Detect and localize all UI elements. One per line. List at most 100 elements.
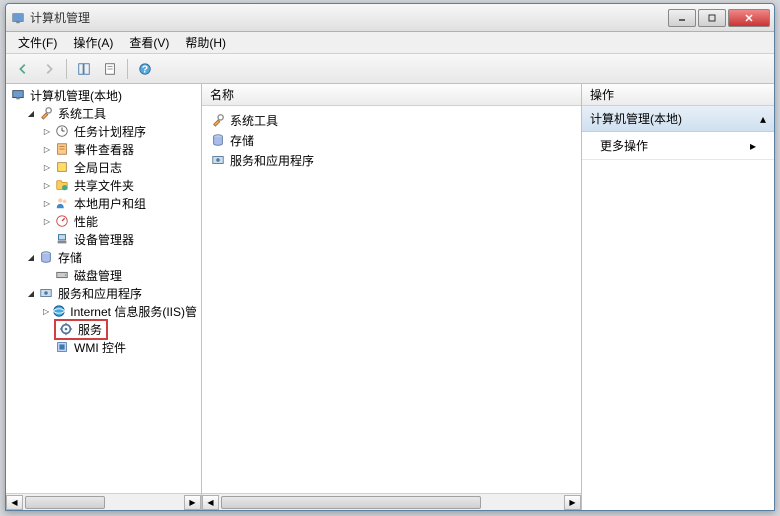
expander-icon[interactable]: ▷ — [40, 178, 54, 192]
log-icon — [54, 159, 70, 175]
show-hide-tree-button[interactable] — [73, 58, 95, 80]
tree-system-tools[interactable]: ◢ 系统工具 — [8, 104, 199, 122]
tree-global-log[interactable]: ▷ 全局日志 — [8, 158, 199, 176]
tree-scrollbar[interactable]: ◀ ▶ — [6, 493, 201, 510]
action-section[interactable]: 计算机管理(本地) ▴ — [582, 106, 774, 132]
expander-icon[interactable]: ▷ — [40, 124, 54, 138]
window-title: 计算机管理 — [30, 9, 668, 26]
list-item-label: 系统工具 — [230, 112, 278, 129]
toolbar-separator — [66, 59, 67, 79]
users-icon — [54, 195, 70, 211]
services-apps-icon — [38, 285, 54, 301]
scroll-thumb[interactable] — [25, 496, 105, 509]
disk-icon — [54, 267, 70, 283]
tree-event-viewer[interactable]: ▷ 事件查看器 — [8, 140, 199, 158]
content-area: 计算机管理(本地) ◢ 系统工具 ▷ 任务计划程序 ▷ 事件查看器 — [6, 84, 774, 510]
list-panel: 名称 系统工具 存储 服务和应用程序 ◀ ▶ — [202, 84, 582, 510]
list-header[interactable]: 名称 — [202, 84, 581, 106]
action-more[interactable]: 更多操作 ▸ — [582, 132, 774, 160]
toolbar-separator — [127, 59, 128, 79]
tree-root[interactable]: 计算机管理(本地) — [8, 86, 199, 104]
back-button[interactable] — [12, 58, 34, 80]
storage-icon — [210, 132, 226, 148]
performance-icon — [54, 213, 70, 229]
tree-task-scheduler[interactable]: ▷ 任务计划程序 — [8, 122, 199, 140]
scroll-left-button[interactable]: ◀ — [6, 495, 23, 510]
share-icon — [54, 177, 70, 193]
scroll-right-button[interactable]: ▶ — [564, 495, 581, 510]
expander-icon[interactable]: ▷ — [40, 304, 52, 318]
tree-label: 设备管理器 — [72, 231, 136, 248]
scroll-left-button[interactable]: ◀ — [202, 495, 219, 510]
highlight-box: 服务 — [54, 319, 108, 340]
expander-spacer — [40, 322, 54, 336]
action-panel: 操作 计算机管理(本地) ▴ 更多操作 ▸ — [582, 84, 774, 510]
tree-services-apps[interactable]: ◢ 服务和应用程序 — [8, 284, 199, 302]
tree-iis[interactable]: ▷ Internet 信息服务(IIS)管 — [8, 302, 199, 320]
tree-label: 服务和应用程序 — [56, 285, 144, 302]
services-icon — [58, 321, 74, 337]
maximize-button[interactable] — [698, 9, 726, 27]
tools-icon — [38, 105, 54, 121]
scroll-track[interactable] — [23, 495, 184, 510]
scroll-right-button[interactable]: ▶ — [184, 495, 201, 510]
iis-icon — [52, 303, 66, 319]
scroll-thumb[interactable] — [221, 496, 481, 509]
app-icon — [10, 10, 26, 26]
column-header-name[interactable]: 名称 — [210, 86, 234, 103]
tree-body[interactable]: 计算机管理(本地) ◢ 系统工具 ▷ 任务计划程序 ▷ 事件查看器 — [6, 84, 201, 493]
tree-disk-mgmt[interactable]: 磁盘管理 — [8, 266, 199, 284]
menu-file[interactable]: 文件(F) — [10, 32, 65, 53]
tree-label: 系统工具 — [56, 105, 108, 122]
expander-icon[interactable]: ◢ — [24, 106, 38, 120]
storage-icon — [38, 249, 54, 265]
list-item-storage[interactable]: 存储 — [206, 130, 577, 150]
expander-icon[interactable]: ▷ — [40, 214, 54, 228]
minimize-button[interactable] — [668, 9, 696, 27]
list-scrollbar[interactable]: ◀ ▶ — [202, 493, 581, 510]
forward-button[interactable] — [38, 58, 60, 80]
tree-label: WMI 控件 — [72, 339, 128, 356]
tree-label: 共享文件夹 — [72, 177, 136, 194]
expander-icon[interactable]: ◢ — [24, 250, 38, 264]
action-section-title: 计算机管理(本地) — [590, 110, 682, 127]
action-header: 操作 — [582, 84, 774, 106]
action-body: 计算机管理(本地) ▴ 更多操作 ▸ — [582, 106, 774, 510]
help-button[interactable]: ? — [134, 58, 156, 80]
tree-local-users[interactable]: ▷ 本地用户和组 — [8, 194, 199, 212]
menu-help[interactable]: 帮助(H) — [177, 32, 234, 53]
tree-storage[interactable]: ◢ 存储 — [8, 248, 199, 266]
tree-label: 全局日志 — [72, 159, 124, 176]
tree-shared-folders[interactable]: ▷ 共享文件夹 — [8, 176, 199, 194]
svg-text:?: ? — [142, 63, 148, 75]
expander-icon[interactable]: ◢ — [24, 286, 38, 300]
list-item-system-tools[interactable]: 系统工具 — [206, 110, 577, 130]
scroll-track[interactable] — [219, 495, 564, 510]
event-icon — [54, 141, 70, 157]
expander-spacer — [40, 232, 54, 246]
list-item-services-apps[interactable]: 服务和应用程序 — [206, 150, 577, 170]
collapse-icon[interactable]: ▴ — [760, 112, 766, 126]
expander-icon[interactable]: ▷ — [40, 160, 54, 174]
list-body[interactable]: 系统工具 存储 服务和应用程序 — [202, 106, 581, 493]
tree-label: 服务 — [76, 321, 104, 338]
expander-icon[interactable]: ▷ — [40, 196, 54, 210]
action-item-label: 更多操作 — [600, 137, 648, 154]
close-button[interactable] — [728, 9, 770, 27]
menu-view[interactable]: 查看(V) — [121, 32, 177, 53]
titlebar[interactable]: 计算机管理 — [6, 4, 774, 32]
device-icon — [54, 231, 70, 247]
tree-label: 本地用户和组 — [72, 195, 148, 212]
menu-action[interactable]: 操作(A) — [65, 32, 121, 53]
list-item-label: 存储 — [230, 132, 254, 149]
tree-performance[interactable]: ▷ 性能 — [8, 212, 199, 230]
tree-services[interactable]: 服务 — [8, 320, 199, 338]
tree-label: 存储 — [56, 249, 84, 266]
expander-icon[interactable]: ▷ — [40, 142, 54, 156]
tree-device-manager[interactable]: 设备管理器 — [8, 230, 199, 248]
properties-button[interactable] — [99, 58, 121, 80]
tree-label: 磁盘管理 — [72, 267, 124, 284]
tree-label: 事件查看器 — [72, 141, 136, 158]
tree-wmi[interactable]: WMI 控件 — [8, 338, 199, 356]
submenu-icon: ▸ — [750, 139, 756, 153]
